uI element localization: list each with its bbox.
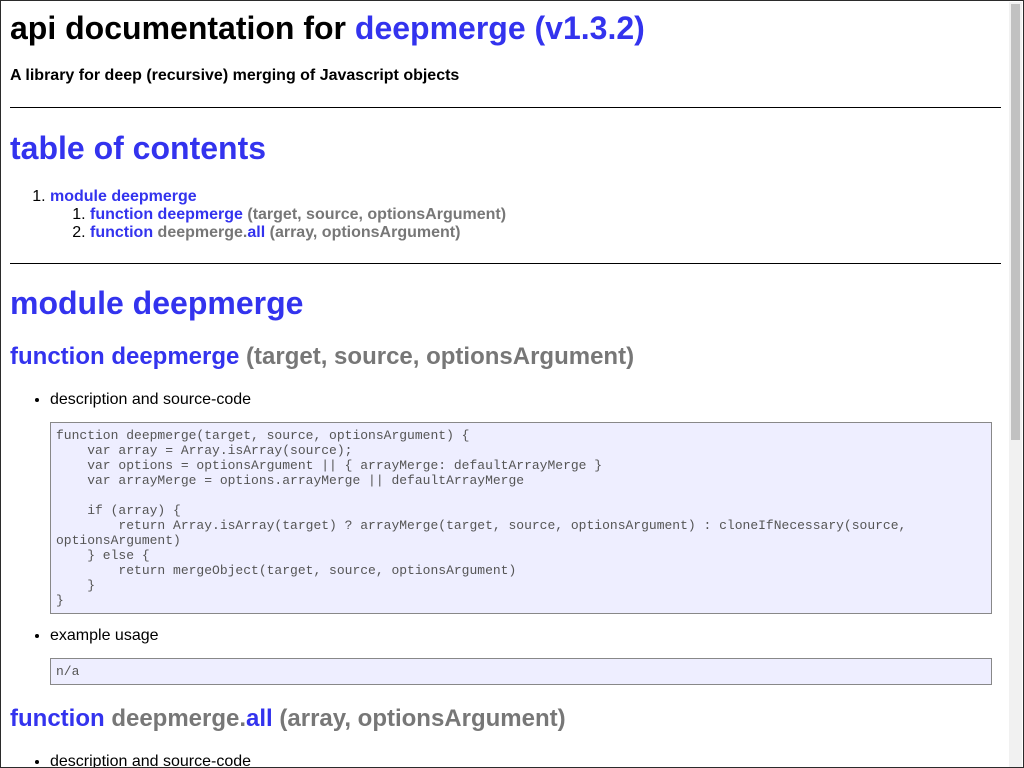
page-title: api documentation for deepmerge (v1.3.2) (10, 10, 645, 46)
function-detail-list: description and source-code (10, 391, 251, 409)
example-item: example usage (50, 627, 159, 645)
function-name-prefix: deepmerge. (111, 705, 247, 732)
page-subtitle: A library for deep (recursive) merging o… (10, 67, 460, 84)
function-params: (target, source, optionsArgument) (246, 343, 635, 370)
toc-function-list: function deepmerge (target, source, opti… (50, 206, 506, 242)
toc-function-name-prefix: deepmerge. (157, 224, 248, 241)
page-title-prefix: api documentation for (10, 10, 355, 46)
toc-item-function: function deepmerge.all (array, optionsAr… (90, 224, 506, 242)
package-link[interactable]: deepmerge (v1.3.2) (355, 10, 645, 46)
toc-function-keyword: function (90, 206, 154, 223)
toc-item-module: module deepmerge function deepmerge (tar… (50, 188, 506, 242)
toc-function-name: all (247, 224, 266, 241)
document-frame: api documentation for deepmerge (v1.3.2)… (0, 0, 1024, 768)
description-item: description and source-code (50, 391, 251, 409)
function-heading-all: function deepmerge.all (array, optionsAr… (10, 705, 566, 733)
toc-item-function: function deepmerge (target, source, opti… (90, 206, 506, 224)
toc-function-link-deepmerge[interactable]: function deepmerge (target, source, opti… (90, 206, 506, 223)
function-heading-deepmerge: function deepmerge (target, source, opti… (10, 343, 634, 371)
function-params: (array, optionsArgument) (279, 705, 566, 732)
toc-function-keyword: function (90, 224, 154, 241)
divider (10, 263, 1001, 264)
description-item: description and source-code (50, 753, 251, 767)
function-name: deepmerge (111, 343, 240, 370)
function-name: all (246, 705, 273, 732)
scrollbar-thumb[interactable] (1011, 4, 1020, 440)
vertical-scrollbar[interactable] (1009, 2, 1022, 767)
example-code-block: n/a (50, 658, 992, 685)
toc-function-params: (array, optionsArgument) (269, 224, 461, 241)
toc-module-link[interactable]: module deepmerge (50, 188, 197, 205)
divider (10, 107, 1001, 108)
source-code-block: function deepmerge(target, source, optio… (50, 422, 992, 614)
function-detail-list: example usage (10, 627, 159, 645)
toc-heading: table of contents (10, 130, 267, 166)
toc-function-name: deepmerge (157, 206, 243, 223)
toc-list: module deepmerge function deepmerge (tar… (10, 188, 506, 242)
toc-function-params: (target, source, optionsArgument) (247, 206, 507, 223)
function-keyword: function (10, 705, 105, 732)
function-keyword: function (10, 343, 105, 370)
function-detail-list: description and source-code (10, 753, 251, 767)
module-heading: module deepmerge (10, 285, 304, 321)
toc-function-link-all[interactable]: function deepmerge.all (array, optionsAr… (90, 224, 460, 241)
